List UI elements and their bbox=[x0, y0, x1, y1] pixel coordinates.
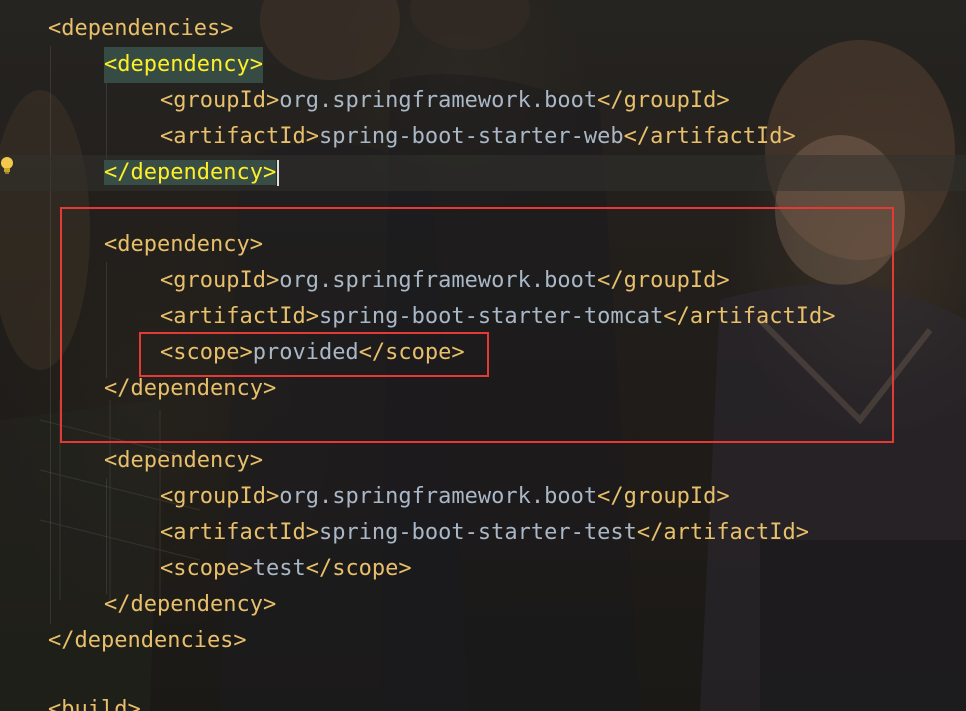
annotation-box-dependency bbox=[60, 207, 894, 443]
code-line[interactable]: <scope>test</scope> bbox=[0, 551, 412, 587]
xml-text: org.springframework.boot bbox=[279, 484, 598, 509]
indent-guide bbox=[106, 82, 107, 162]
lightbulb-icon[interactable] bbox=[0, 156, 14, 176]
code-content: <artifactId>spring-boot-starter-web</art… bbox=[160, 119, 796, 155]
code-line[interactable]: <dependency> bbox=[0, 443, 263, 479]
code-line[interactable]: <artifactId>spring-boot-starter-web</art… bbox=[0, 119, 796, 155]
xml-tag: </artifactId> bbox=[623, 124, 796, 149]
code-line[interactable]: <groupId>org.springframework.boot</group… bbox=[0, 479, 730, 515]
xml-tag: <dependencies> bbox=[48, 16, 234, 41]
xml-tag: <build> bbox=[48, 697, 141, 711]
code-content: <groupId>org.springframework.boot</group… bbox=[160, 83, 730, 119]
xml-text: spring-boot-starter-test bbox=[318, 520, 637, 545]
xml-tag: <groupId> bbox=[160, 88, 280, 113]
xml-text: org.springframework.boot bbox=[279, 88, 598, 113]
code-line[interactable]: <dependency> bbox=[0, 47, 263, 83]
code-line[interactable]: </dependency> bbox=[0, 587, 276, 623]
xml-text: spring-boot-starter-web bbox=[318, 124, 624, 149]
code-line[interactable]: <dependencies> bbox=[0, 11, 233, 47]
code-line[interactable]: <artifactId>spring-boot-starter-tomcat</… bbox=[0, 299, 836, 335]
xml-tag: <dependency> bbox=[104, 448, 263, 473]
code-content: <scope>test</scope> bbox=[160, 551, 412, 587]
xml-tag: </dependency> bbox=[104, 592, 277, 617]
matched-tag: <dependency> bbox=[104, 47, 263, 83]
xml-tag: </artifactId> bbox=[636, 520, 810, 545]
indent-guide bbox=[106, 478, 107, 594]
code-line[interactable]: </dependencies> bbox=[0, 623, 247, 659]
xml-tag: </scope> bbox=[305, 556, 412, 581]
code-content: <artifactId>spring-boot-starter-test</ar… bbox=[160, 515, 809, 551]
xml-text: test bbox=[252, 556, 306, 581]
xml-tag: <scope> bbox=[160, 556, 253, 581]
xml-tag: </groupId> bbox=[597, 88, 730, 113]
code-line[interactable]: </dependency> bbox=[0, 371, 276, 407]
code-content: </dependency> bbox=[104, 155, 280, 191]
code-line[interactable]: <groupId>org.springframework.boot</group… bbox=[0, 263, 730, 299]
code-line[interactable]: <dependency> bbox=[0, 227, 263, 263]
xml-tag: </dependencies> bbox=[48, 628, 247, 653]
xml-tag: <dependency> bbox=[104, 52, 263, 77]
text-caret bbox=[277, 160, 280, 186]
code-line[interactable]: <build> bbox=[0, 692, 141, 711]
xml-tag: </groupId> bbox=[597, 484, 730, 509]
xml-tag: <artifactId> bbox=[160, 124, 319, 149]
xml-tag: <artifactId> bbox=[160, 520, 319, 545]
code-line[interactable]: <scope>provided</scope> bbox=[0, 335, 465, 371]
annotation-box-scope bbox=[139, 332, 489, 377]
xml-tag: </dependency> bbox=[104, 160, 277, 185]
current-code-line[interactable]: </dependency> bbox=[0, 155, 966, 191]
code-editor[interactable]: <dependencies> <dependency> <groupId>org… bbox=[0, 0, 966, 711]
code-line[interactable]: <groupId>org.springframework.boot</group… bbox=[0, 83, 730, 119]
code-line[interactable]: <artifactId>spring-boot-starter-test</ar… bbox=[0, 515, 809, 551]
xml-tag: <groupId> bbox=[160, 484, 280, 509]
code-content: <groupId>org.springframework.boot</group… bbox=[160, 479, 730, 515]
